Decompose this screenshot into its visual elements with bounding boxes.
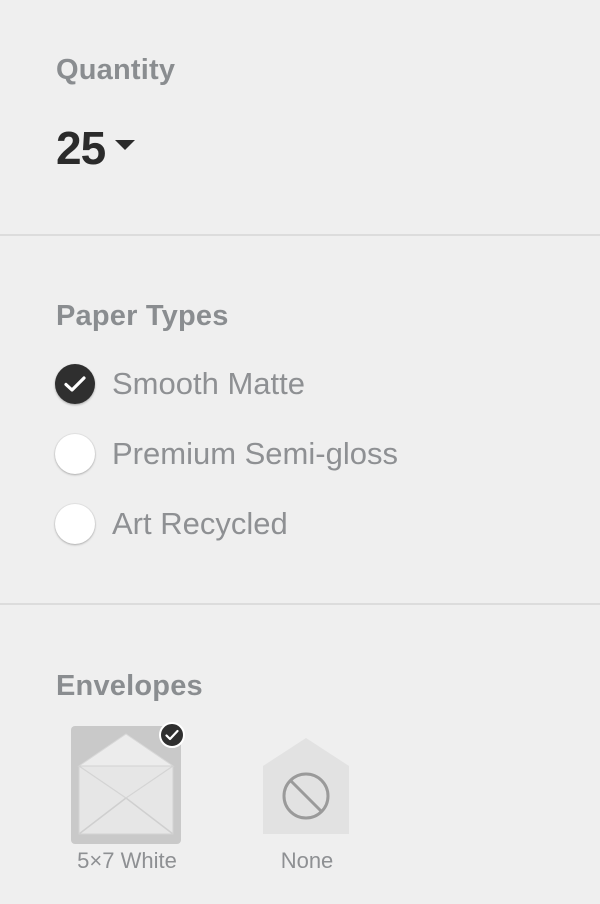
envelope-thumbnail[interactable] [251,726,361,844]
selected-check-badge [159,722,185,748]
paper-types-heading: Paper Types [56,300,229,332]
quantity-dropdown[interactable]: 25 [56,122,136,174]
envelope-option-none[interactable]: None [251,726,363,873]
quantity-heading: Quantity [56,54,176,86]
checkmark-icon [64,376,86,392]
radio-checked[interactable] [55,364,95,404]
paper-option-premium-semi-gloss[interactable]: Premium Semi-gloss [55,433,398,475]
envelope-option-label: 5×7 White [77,848,177,873]
caret-down-icon [115,140,136,150]
envelope-option-5x7-white[interactable]: 5×7 White [71,722,185,873]
paper-option-label: Premium Semi-gloss [112,436,398,471]
radio-unchecked[interactable] [55,434,95,474]
envelopes-heading: Envelopes [56,670,203,702]
checkmark-icon [165,729,179,741]
envelope-thumbnail[interactable] [71,722,185,844]
section-divider [0,603,600,605]
quantity-value: 25 [56,122,106,174]
prohibited-icon [263,738,349,834]
paper-option-label: Smooth Matte [112,366,305,401]
radio-unchecked[interactable] [55,504,95,544]
paper-option-smooth-matte[interactable]: Smooth Matte [55,363,305,405]
envelope-option-label: None [280,848,334,873]
paper-option-label: Art Recycled [112,506,288,541]
section-divider [0,234,600,236]
paper-option-art-recycled[interactable]: Art Recycled [55,503,288,545]
